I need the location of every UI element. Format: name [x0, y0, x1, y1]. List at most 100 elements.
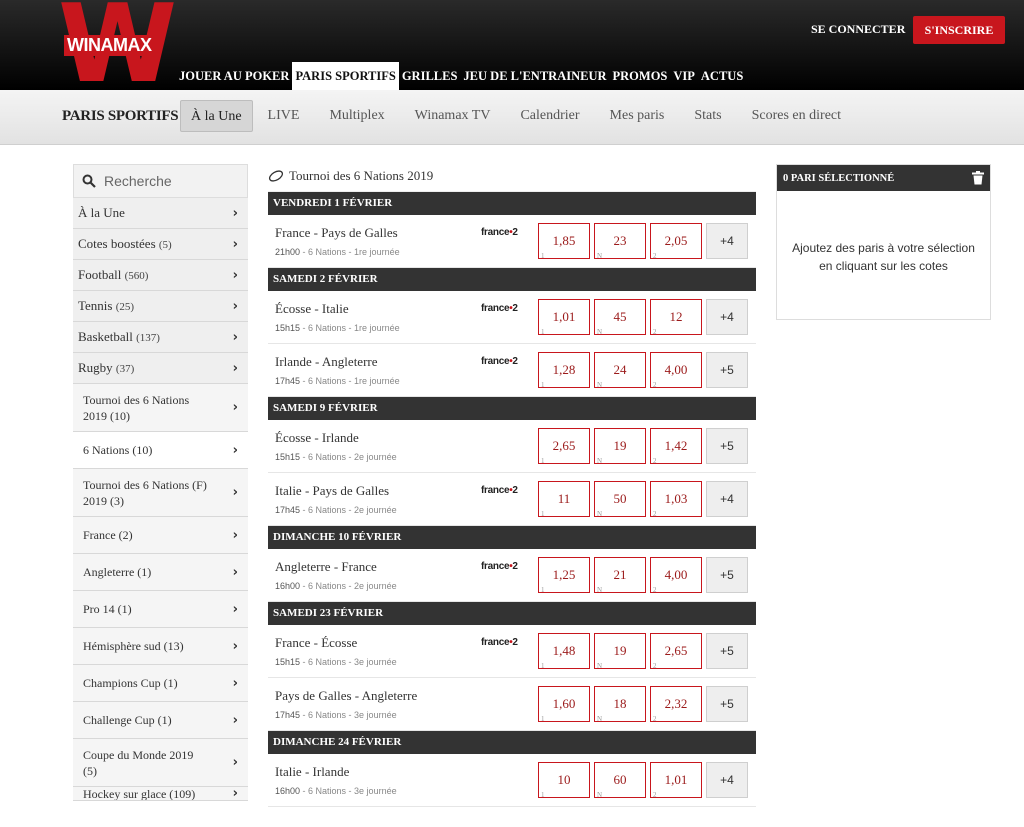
chevron-right-icon: ›: [232, 527, 238, 543]
sidebar-subitem[interactable]: France (2) ›: [73, 517, 248, 554]
odds-button[interactable]: 23 N: [594, 223, 646, 260]
match-name[interactable]: Italie - Irlande: [275, 764, 349, 780]
register-button[interactable]: S'INSCRIRE: [913, 16, 1005, 44]
odds-button[interactable]: 4,00 2: [650, 557, 702, 594]
sidebar-subitem[interactable]: Tournoi des 6 Nations 2019 (10) ›: [73, 384, 248, 432]
odds-button[interactable]: 1,42 2: [650, 428, 702, 465]
sidebar-item[interactable]: Tennis (25) ›: [73, 291, 248, 322]
sidebar-subitem[interactable]: 6 Nations (10) ›: [73, 432, 248, 469]
odds-button[interactable]: 1,01 2: [650, 762, 702, 799]
odds-button[interactable]: 1,28 1: [538, 352, 590, 389]
match-row[interactable]: Irlande - Angleterre 17h45 - 6 Nations - …: [268, 344, 756, 397]
more-bets-button[interactable]: +4: [706, 762, 748, 798]
sidebar-subitem[interactable]: Hémisphère sud (13) ›: [73, 628, 248, 665]
topnav-item-4[interactable]: PROMOS: [610, 62, 671, 90]
odds-button[interactable]: 1,25 1: [538, 557, 590, 594]
topnav-item-6[interactable]: ACTUS: [698, 62, 746, 90]
sidebar-subitem[interactable]: Hockey sur glace (109) ›: [73, 787, 248, 801]
odds-value: 4,00: [664, 362, 688, 377]
subnav-item-0[interactable]: À la Une: [180, 100, 253, 132]
odds-button[interactable]: 2,32 2: [650, 686, 702, 723]
more-bets-button[interactable]: +4: [706, 223, 748, 259]
match-name[interactable]: Irlande - Angleterre: [275, 354, 378, 370]
odds-button[interactable]: 19 N: [594, 428, 646, 465]
odds-button[interactable]: 2,05 2: [650, 223, 702, 260]
odds-button[interactable]: 2,65 2: [650, 633, 702, 670]
subnav-item-7[interactable]: Scores en direct: [737, 100, 856, 132]
tv-channel-number: 2: [512, 485, 518, 496]
odds-button[interactable]: 19 N: [594, 633, 646, 670]
match-row[interactable]: France - Pays de Galles 21h00 - 6 Nations…: [268, 215, 756, 268]
odds-button[interactable]: 1,48 1: [538, 633, 590, 670]
subnav-item-3[interactable]: Winamax TV: [400, 100, 506, 132]
sidebar-item[interactable]: Rugby (37) ›: [73, 353, 248, 384]
odds-button[interactable]: 1,85 1: [538, 223, 590, 260]
match-row[interactable]: Écosse - Irlande 15h15 - 6 Nations - 2e j…: [268, 420, 756, 473]
more-bets-button[interactable]: +4: [706, 481, 748, 517]
main-content: Tournoi des 6 Nations 2019 VENDREDI 1 FÉ…: [268, 160, 756, 807]
sidebar-item[interactable]: Basketball (137) ›: [73, 322, 248, 353]
odds-button[interactable]: 1,03 2: [650, 481, 702, 518]
odds-button[interactable]: 2,65 1: [538, 428, 590, 465]
more-bets-button[interactable]: +5: [706, 352, 748, 388]
match-row[interactable]: Italie - Irlande 16h00 - 6 Nations - 3e j…: [268, 754, 756, 807]
match-name[interactable]: Écosse - Irlande: [275, 430, 359, 446]
odds-button[interactable]: 45 N: [594, 299, 646, 336]
match-name[interactable]: France - Pays de Galles: [275, 225, 398, 241]
subnav-item-6[interactable]: Stats: [679, 100, 736, 132]
sidebar-item[interactable]: Football (560) ›: [73, 260, 248, 291]
topnav-item-3[interactable]: JEU DE L'ENTRAINEUR: [460, 62, 609, 90]
topnav-item-2[interactable]: GRILLES: [399, 62, 461, 90]
topnav-item-0[interactable]: JOUER AU POKER: [176, 62, 292, 90]
match-row[interactable]: Angleterre - France 16h00 - 6 Nations - 2…: [268, 549, 756, 602]
sidebar-item[interactable]: Cotes boostées (5) ›: [73, 229, 248, 260]
subnav-item-5[interactable]: Mes paris: [595, 100, 680, 132]
odds-button[interactable]: 24 N: [594, 352, 646, 389]
odds-button[interactable]: 18 N: [594, 686, 646, 723]
sidebar-subitem[interactable]: Champions Cup (1) ›: [73, 665, 248, 702]
match-row[interactable]: Italie - Pays de Galles 17h45 - 6 Nations…: [268, 473, 756, 526]
subnav-item-1[interactable]: LIVE: [253, 100, 315, 132]
match-row[interactable]: France - Écosse 15h15 - 6 Nations - 3e jo…: [268, 625, 756, 678]
match-name[interactable]: Écosse - Italie: [275, 301, 349, 317]
odds-button[interactable]: 10 1: [538, 762, 590, 799]
sidebar-subitem[interactable]: Angleterre (1) ›: [73, 554, 248, 591]
match-name[interactable]: Pays de Galles - Angleterre: [275, 688, 417, 704]
odds-button[interactable]: 4,00 2: [650, 352, 702, 389]
sidebar-subitem-label: Coupe du Monde 2019 (5): [83, 747, 194, 778]
sidebar-subitem[interactable]: Pro 14 (1) ›: [73, 591, 248, 628]
odds-value: 1,28: [552, 362, 576, 377]
match-name[interactable]: Italie - Pays de Galles: [275, 483, 389, 499]
subnav-item-2[interactable]: Multiplex: [314, 100, 399, 132]
winamax-logo[interactable]: W WINAMAX: [58, 0, 177, 99]
odds-value: 1,85: [552, 233, 576, 248]
more-bets-button[interactable]: +5: [706, 428, 748, 464]
more-bets-button[interactable]: +5: [706, 633, 748, 669]
search-input[interactable]: Recherche: [104, 173, 172, 189]
login-link[interactable]: SE CONNECTER: [811, 22, 905, 37]
trash-icon[interactable]: [972, 171, 984, 185]
search-icon: [82, 174, 96, 188]
match-row[interactable]: Pays de Galles - Angleterre 17h45 - 6 Nat…: [268, 678, 756, 731]
odds-button[interactable]: 1,01 1: [538, 299, 590, 336]
odds-button[interactable]: 60 N: [594, 762, 646, 799]
search-box[interactable]: Recherche: [73, 164, 248, 198]
match-name[interactable]: France - Écosse: [275, 635, 357, 651]
more-bets-button[interactable]: +5: [706, 686, 748, 722]
more-bets-button[interactable]: +4: [706, 299, 748, 335]
match-name[interactable]: Angleterre - France: [275, 559, 377, 575]
match-row[interactable]: Écosse - Italie 15h15 - 6 Nations - 1re j…: [268, 291, 756, 344]
sidebar-subitem[interactable]: Challenge Cup (1) ›: [73, 702, 248, 739]
odds-button[interactable]: 12 2: [650, 299, 702, 336]
odds-button[interactable]: 11 1: [538, 481, 590, 518]
odds-button[interactable]: 50 N: [594, 481, 646, 518]
odds-button[interactable]: 1,60 1: [538, 686, 590, 723]
topnav-item-1[interactable]: PARIS SPORTIFS: [292, 62, 399, 90]
subnav-item-4[interactable]: Calendrier: [505, 100, 594, 132]
sidebar-subitem[interactable]: Coupe du Monde 2019 (5) ›: [73, 739, 248, 787]
topnav-item-5[interactable]: VIP: [670, 62, 698, 90]
sidebar-item[interactable]: À la Une ›: [73, 198, 248, 229]
more-bets-button[interactable]: +5: [706, 557, 748, 593]
sidebar-subitem[interactable]: Tournoi des 6 Nations (F) 2019 (3) ›: [73, 469, 248, 517]
odds-button[interactable]: 21 N: [594, 557, 646, 594]
